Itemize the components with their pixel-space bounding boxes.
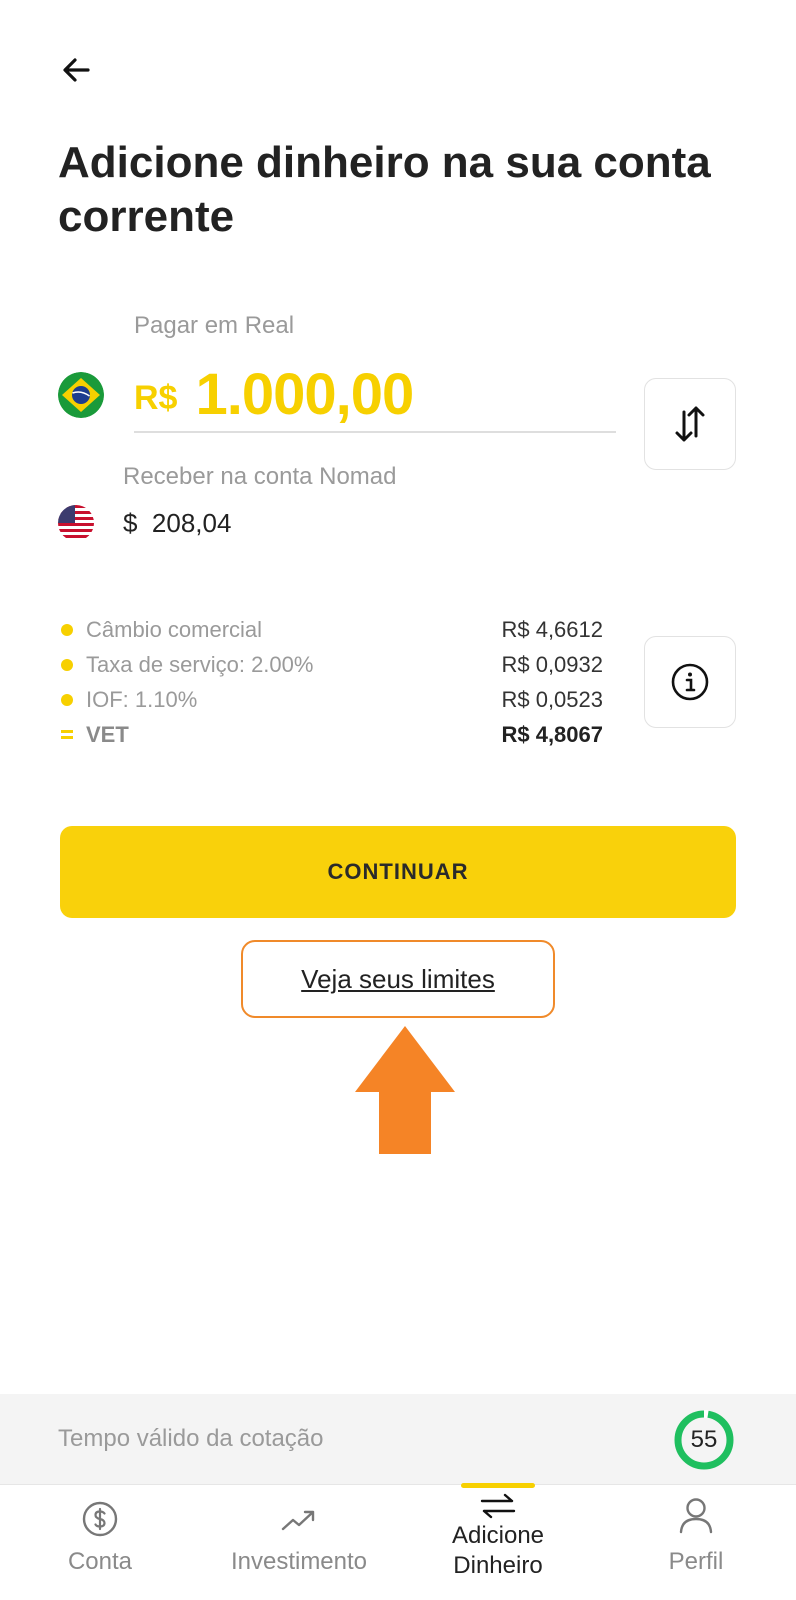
rate-value: R$ 4,6612 (501, 616, 603, 642)
nav-active-indicator (461, 1483, 535, 1488)
rate-value: R$ 4,8067 (501, 721, 603, 747)
nav-item-conta[interactable]: Conta (50, 1485, 150, 1600)
pay-amount-input[interactable]: R$ 1.000,00 (134, 358, 616, 433)
arrow-left-icon (63, 58, 90, 82)
swap-currency-button[interactable] (644, 378, 736, 470)
see-limits-link[interactable]: Veja seus limites (301, 964, 495, 995)
nav-label: Adicione Dinheiro (451, 1522, 545, 1579)
swap-horizontal-icon (480, 1493, 516, 1519)
bullet-dot-icon (61, 658, 73, 671)
receive-amount: $ 208,04 (123, 508, 232, 538)
rate-label: Câmbio comercial (86, 616, 263, 642)
usa-flag-icon (58, 505, 94, 541)
nav-item-investimento[interactable]: Investimento (218, 1485, 380, 1600)
equals-icon (61, 727, 73, 742)
nav-label: Perfil (668, 1548, 724, 1575)
brazil-flag-icon (58, 372, 104, 418)
rate-label: IOF: 1.10% (86, 686, 198, 712)
pay-label: Pagar em Real (134, 312, 295, 339)
info-icon (671, 663, 709, 701)
rate-row-vet: VET R$ 4,8067 (58, 717, 603, 752)
rate-info-button[interactable] (644, 636, 736, 728)
swap-arrows-icon (675, 406, 705, 442)
bullet-dot-icon (61, 623, 73, 636)
rate-row-iof: IOF: 1.10% R$ 0,0523 (58, 682, 603, 717)
bottom-navigation: Conta Investimento Adicione Dinheiro Per… (0, 1483, 796, 1600)
annotation-arrow-icon (355, 1026, 455, 1154)
pay-currency: R$ (134, 379, 178, 417)
quote-validity-label: Tempo válido da cotação (58, 1425, 324, 1452)
limits-highlight-box: Veja seus limites (241, 940, 555, 1018)
countdown-seconds: 55 (690, 1426, 718, 1453)
nav-label: Conta (67, 1548, 133, 1575)
rate-row-cambio: Câmbio comercial R$ 4,6612 (58, 612, 603, 647)
continue-button[interactable]: CONTINUAR (60, 826, 736, 918)
rate-label: Taxa de serviço: 2.00% (86, 651, 314, 677)
pay-amount-value: 1.000,00 (195, 362, 414, 427)
nav-item-adicione-dinheiro[interactable]: Adicione Dinheiro (438, 1483, 558, 1600)
user-icon (679, 1498, 713, 1534)
rate-value: R$ 0,0523 (501, 686, 603, 712)
rate-label: VET (86, 721, 129, 747)
nav-item-perfil[interactable]: Perfil (646, 1485, 746, 1600)
page-title: Adicione dinheiro na sua conta corrente (58, 138, 711, 241)
trending-up-icon (281, 1510, 315, 1531)
rate-breakdown: Câmbio comercial R$ 4,6612 Taxa de servi… (58, 612, 603, 752)
rate-value: R$ 0,0932 (501, 651, 603, 677)
back-button[interactable] (58, 52, 98, 88)
dollar-circle-icon (82, 1501, 118, 1537)
rate-row-taxa: Taxa de serviço: 2.00% R$ 0,0932 (58, 647, 603, 682)
bullet-dot-icon (61, 693, 73, 706)
nav-label: Investimento (230, 1548, 368, 1575)
receive-label: Receber na conta Nomad (123, 463, 397, 490)
